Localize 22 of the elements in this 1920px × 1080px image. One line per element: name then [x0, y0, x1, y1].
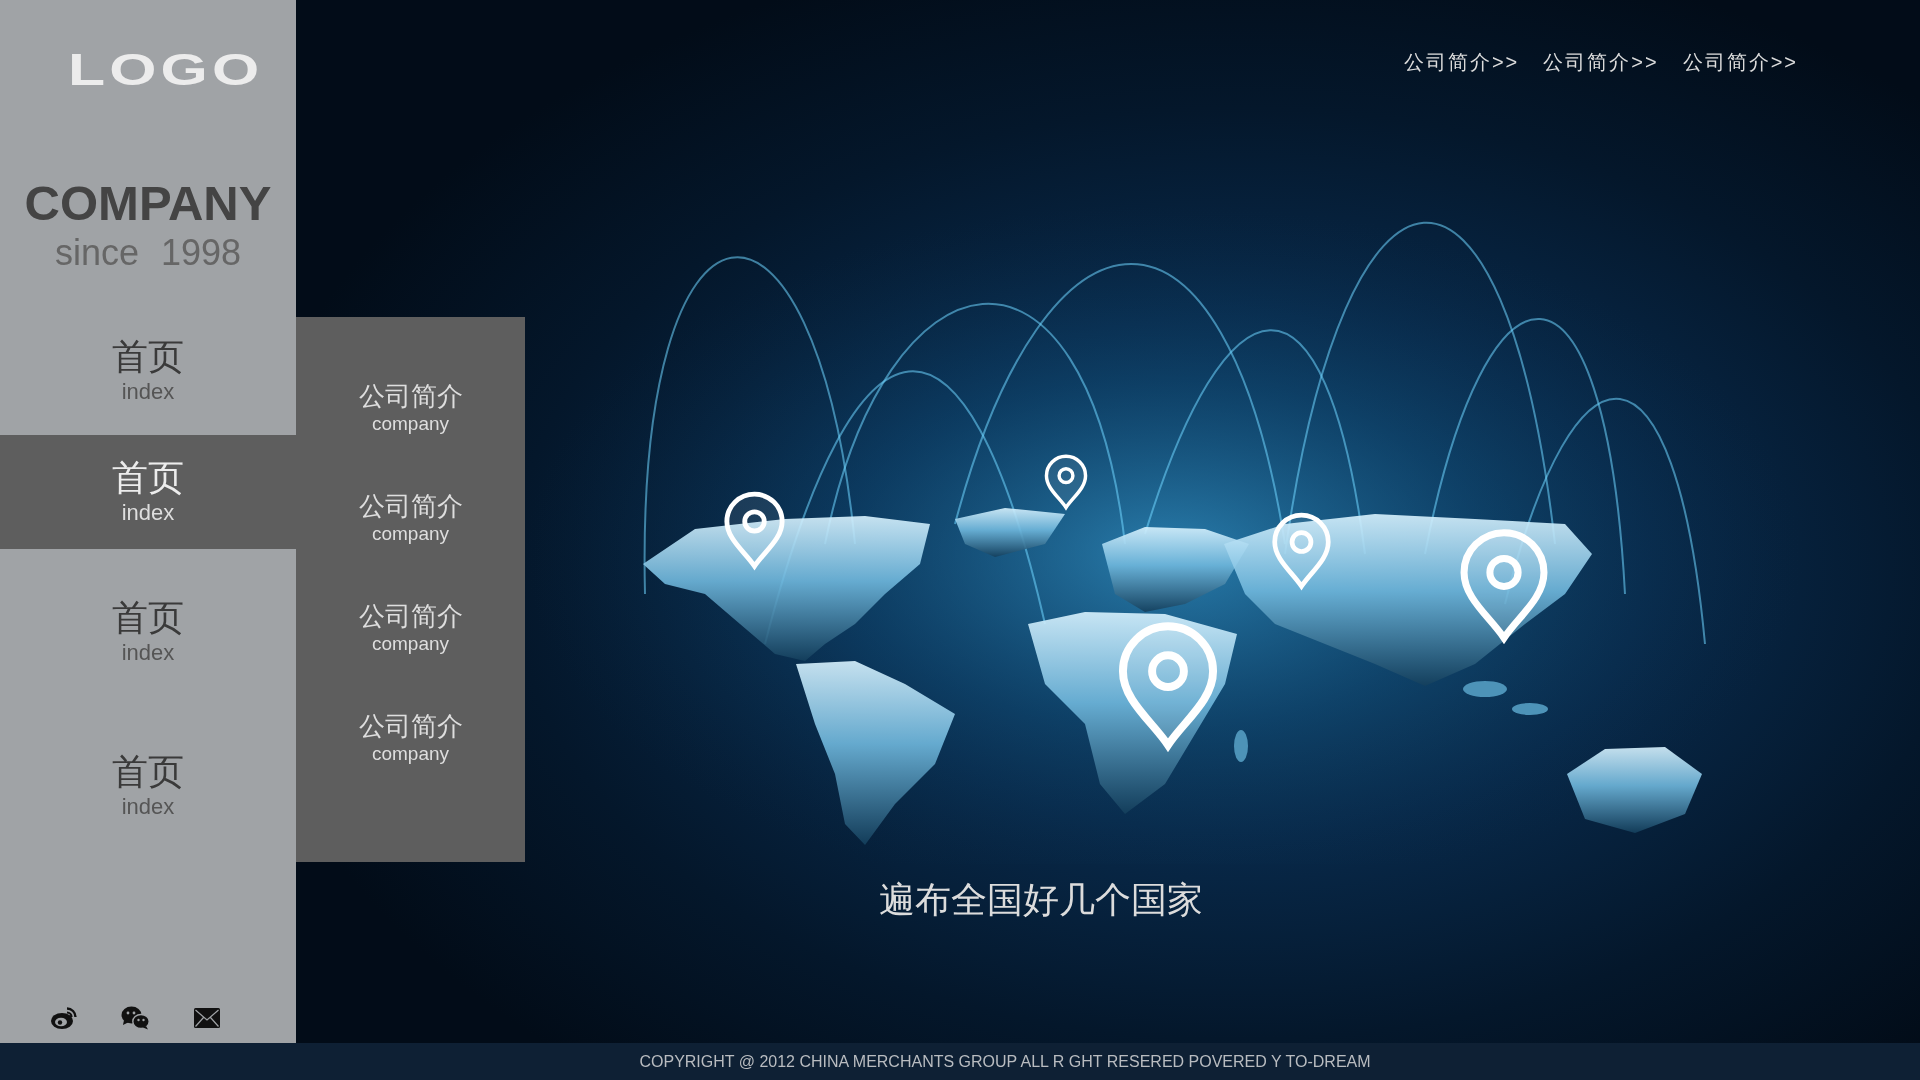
sidebar-nav-item[interactable]: 首页 index — [0, 715, 296, 857]
map-pin-icon — [1043, 454, 1089, 511]
envelope-icon[interactable] — [193, 1007, 221, 1029]
copyright-text: COPYRIGHT @ 2012 CHINA MERCHANTS GROUP ALL R GHT RESERED POVERED Y TO-DREAM — [639, 1052, 1371, 1071]
company-name: COMPANY — [24, 179, 272, 228]
nav-link[interactable]: 公司简介>> — [1403, 48, 1520, 76]
map-pin-icon — [1270, 512, 1333, 591]
since-year: since 1998 — [54, 235, 242, 271]
nav-link[interactable]: 公司简介>> — [1543, 48, 1659, 76]
sidebar-nav-item[interactable]: 首页 index — [0, 435, 296, 549]
caption-text: 遍布全国好几个国家 — [879, 878, 1203, 922]
submenu-item[interactable]: 公司简介 company — [296, 684, 525, 794]
submenu-item[interactable]: 公司简介 company — [296, 464, 525, 574]
map-pin-icon — [722, 491, 787, 571]
logo: LOGO — [68, 48, 264, 92]
sidebar-nav-item[interactable]: 首页 index — [0, 549, 296, 715]
submenu-item[interactable]: 公司简介 company — [296, 574, 525, 684]
eye-signal-icon[interactable] — [50, 1006, 78, 1030]
nav-link[interactable]: 公司简介>> — [1682, 48, 1798, 76]
chat-bubbles-icon[interactable] — [121, 1006, 150, 1030]
sidebar-nav-item[interactable]: 首页 index — [0, 307, 296, 435]
submenu-item[interactable]: 公司简介 company — [296, 354, 525, 464]
